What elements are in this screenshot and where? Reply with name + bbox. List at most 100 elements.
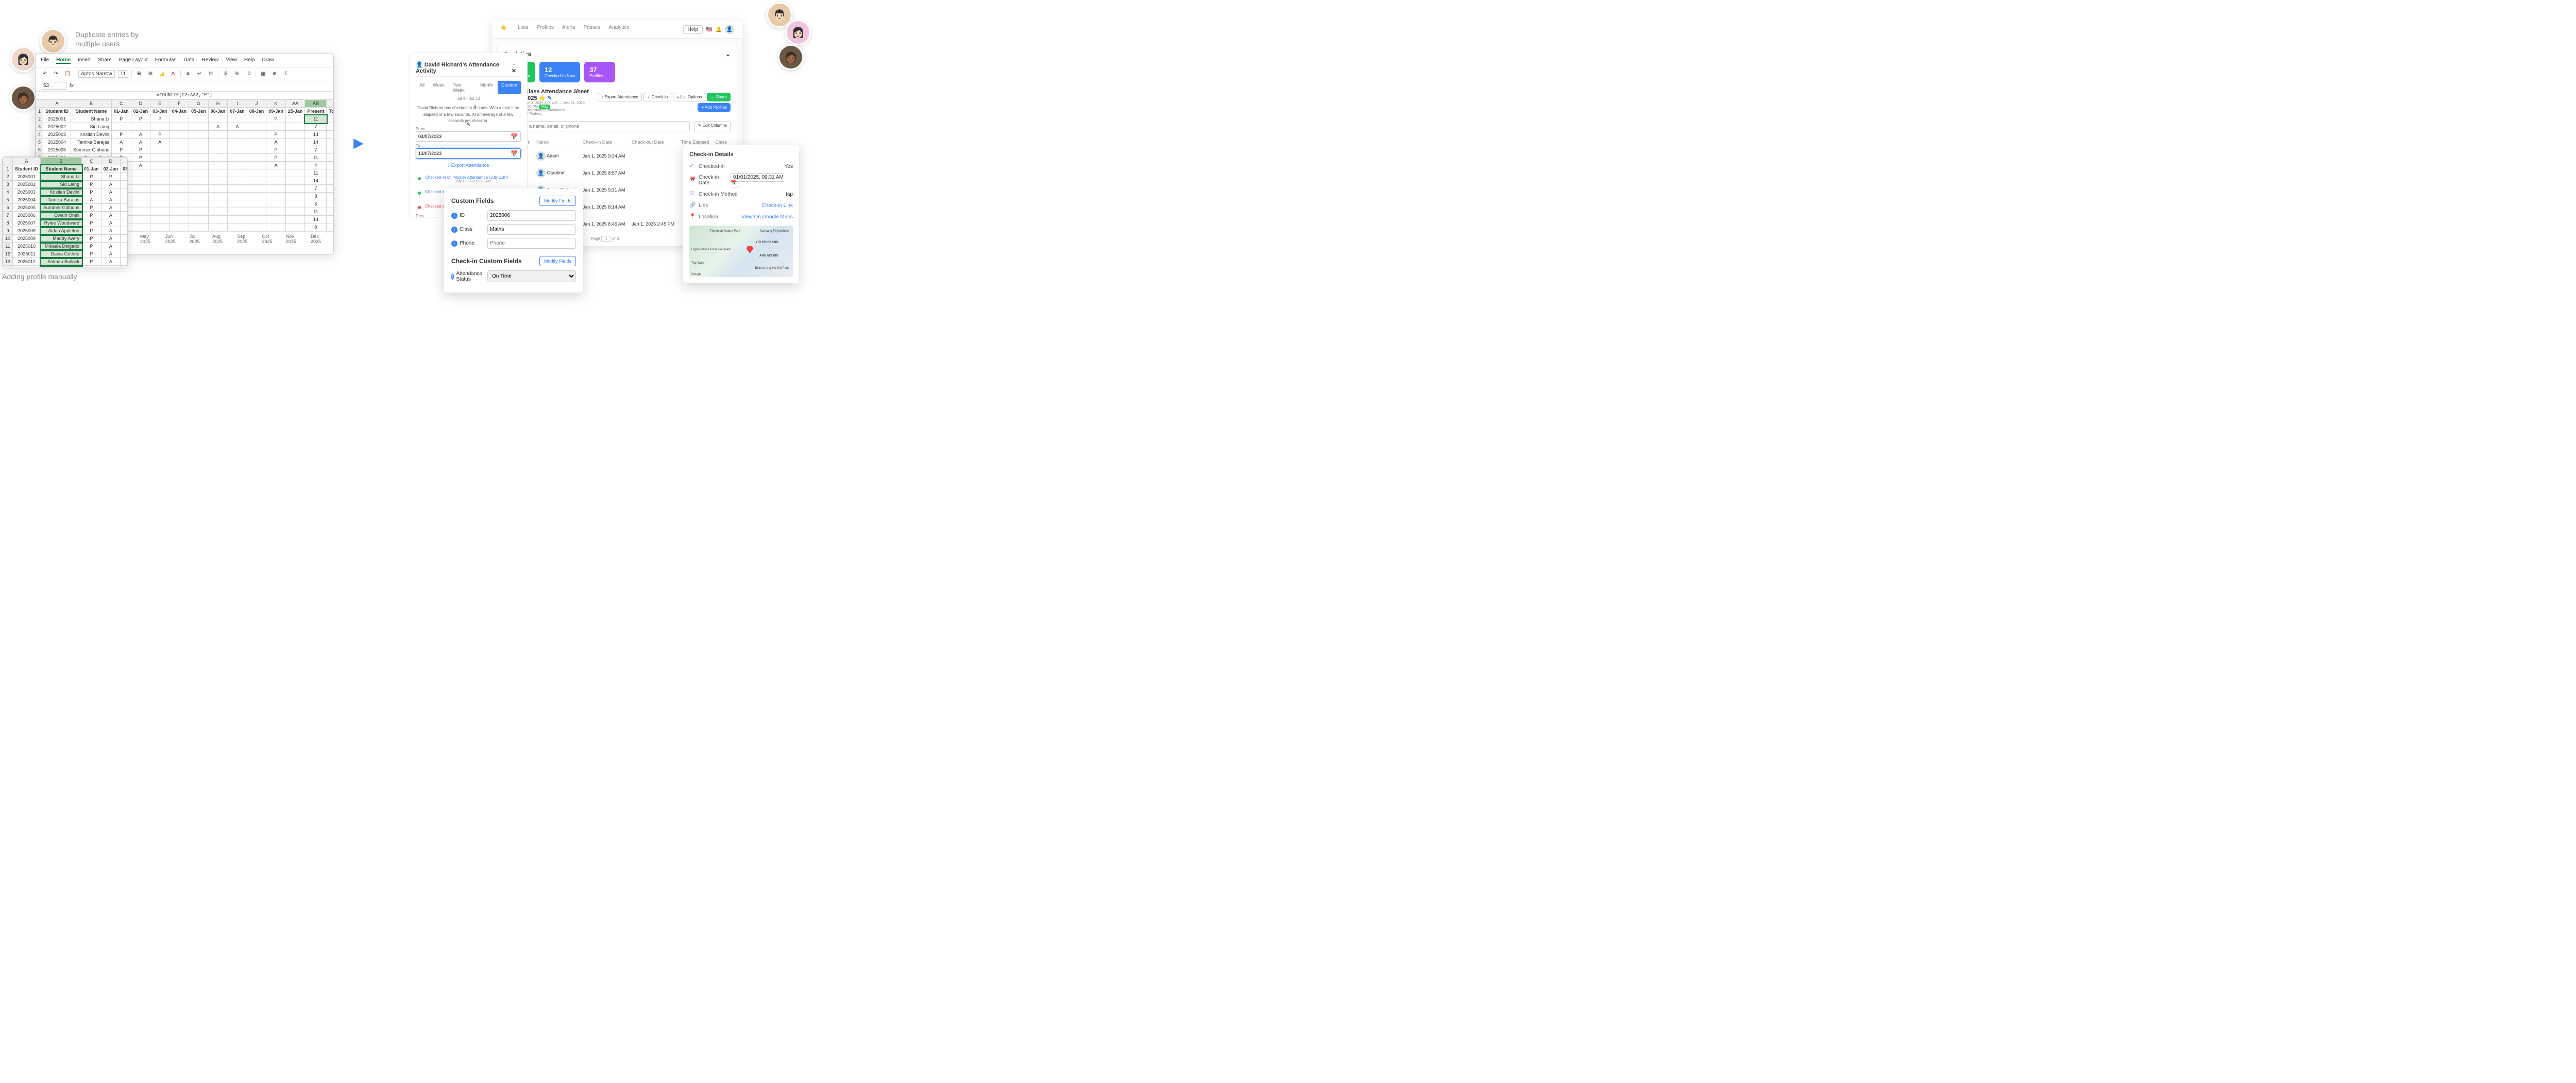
cell[interactable] [189, 193, 209, 200]
sheet-tab[interactable]: Jul 2025 [190, 234, 204, 244]
cell[interactable]: A [101, 181, 121, 188]
redo-icon[interactable]: ↷ [52, 70, 60, 78]
cell[interactable] [170, 185, 189, 193]
cell[interactable] [266, 224, 286, 231]
status-select[interactable]: On Time [487, 270, 576, 282]
row-header[interactable]: 14 [3, 266, 13, 268]
add-profiles-button[interactable]: + Add Profiles [698, 103, 731, 112]
ribbon-formulas[interactable]: Formulas [155, 57, 177, 64]
cell[interactable] [189, 154, 209, 162]
cell[interactable]: A [101, 212, 121, 219]
cell[interactable]: P [121, 250, 128, 258]
cell[interactable]: Sid Laing [71, 123, 112, 131]
grid-front[interactable]: ABCDE1Student IDStudent Name01-Jan02-Jan… [3, 157, 127, 267]
cell[interactable]: P [82, 188, 101, 196]
cell[interactable] [208, 224, 228, 231]
cell[interactable]: A [101, 266, 121, 268]
cell[interactable]: A [131, 131, 150, 139]
cell[interactable] [150, 146, 170, 154]
cell[interactable] [285, 162, 305, 169]
table-header[interactable]: Name [534, 137, 580, 147]
cell[interactable]: A [266, 139, 286, 146]
sheet-tab[interactable]: Oct 2025 [262, 234, 277, 244]
cell[interactable] [131, 177, 150, 185]
cell[interactable] [285, 216, 305, 224]
cell[interactable]: 2025004 [43, 139, 71, 146]
cell[interactable]: 11 [305, 154, 327, 162]
cell[interactable] [228, 200, 247, 208]
cell[interactable] [170, 131, 189, 139]
cell[interactable]: P [121, 266, 128, 268]
cell[interactable] [170, 139, 189, 146]
cell[interactable]: Sid Laing [41, 181, 82, 188]
col-header[interactable] [36, 100, 43, 108]
cell[interactable]: 23 [327, 216, 334, 224]
col-header[interactable]: D [131, 100, 150, 108]
cell[interactable]: 2025007 [13, 219, 41, 227]
cell[interactable] [228, 177, 247, 185]
cell[interactable] [150, 216, 170, 224]
cell[interactable]: P [82, 173, 101, 181]
cell[interactable] [228, 169, 247, 177]
cell[interactable] [247, 185, 266, 193]
col-header[interactable]: AB [305, 100, 327, 108]
col-header[interactable]: C [112, 100, 131, 108]
col-header[interactable]: H [208, 100, 228, 108]
cell[interactable]: A [101, 219, 121, 227]
cell[interactable]: 23 [327, 200, 334, 208]
cell[interactable] [266, 208, 286, 216]
row-header[interactable]: 2 [3, 173, 13, 181]
cell[interactable]: P [121, 181, 128, 188]
row-header[interactable]: 3 [3, 181, 13, 188]
cell[interactable] [189, 123, 209, 131]
ribbon-insert[interactable]: Insert [78, 57, 91, 64]
cell[interactable]: Kristian Devlin [41, 188, 82, 196]
cf-input-class[interactable] [487, 224, 576, 235]
cell[interactable]: 7 [305, 123, 327, 131]
cell[interactable]: P [266, 115, 286, 123]
cell[interactable]: 2025005 [13, 204, 41, 212]
edit-icon[interactable]: ✎ [547, 95, 552, 101]
modify-fields-button-2[interactable]: Modify Fields [539, 256, 576, 266]
row-header[interactable]: 3 [36, 123, 43, 131]
activity-tabs[interactable]: All Week Two Week Month Custom [416, 81, 521, 94]
cell[interactable] [228, 224, 247, 231]
cell[interactable] [247, 200, 266, 208]
map[interactable]: Thomson Nature Park Nanyang Polytechnic … [689, 226, 793, 277]
bold-icon[interactable]: B [135, 70, 143, 78]
edit-cols-button[interactable]: ✎ Edit Columns [694, 121, 731, 131]
cell[interactable] [208, 177, 228, 185]
share-button[interactable]: ← Share [707, 93, 731, 101]
cell[interactable] [170, 154, 189, 162]
cell[interactable] [112, 123, 131, 131]
cell[interactable]: A [150, 139, 170, 146]
cell[interactable] [189, 200, 209, 208]
col-header[interactable]: A [43, 100, 71, 108]
cell[interactable]: Shana Li [71, 115, 112, 123]
cell[interactable] [208, 131, 228, 139]
bell-icon[interactable]: 🔔 [716, 27, 722, 32]
cell[interactable]: A [208, 123, 228, 131]
col-header[interactable]: E [121, 158, 128, 165]
cell[interactable]: P [82, 235, 101, 243]
ribbon-data[interactable]: Data [183, 57, 194, 64]
cell[interactable] [228, 208, 247, 216]
cell[interactable] [150, 154, 170, 162]
row-header[interactable]: 10 [3, 235, 13, 243]
cell[interactable]: 23 [327, 131, 334, 139]
cell[interactable]: 23 [327, 115, 334, 123]
cell[interactable]: 2025013 [13, 266, 41, 268]
cell[interactable] [150, 200, 170, 208]
cell[interactable]: A [82, 196, 101, 204]
cell[interactable] [208, 154, 228, 162]
close-icon[interactable]: ✕ [512, 68, 516, 74]
cell[interactable] [247, 177, 266, 185]
cell[interactable]: P [112, 131, 131, 139]
cell[interactable]: 2025002 [43, 123, 71, 131]
cell[interactable]: 4 [305, 162, 327, 169]
cell[interactable] [131, 224, 150, 231]
cell[interactable]: Summer Gibbons [41, 204, 82, 212]
cell[interactable]: Tamika Barajas [41, 196, 82, 204]
nav-lists[interactable]: Lists [518, 25, 529, 34]
cell[interactable] [228, 162, 247, 169]
